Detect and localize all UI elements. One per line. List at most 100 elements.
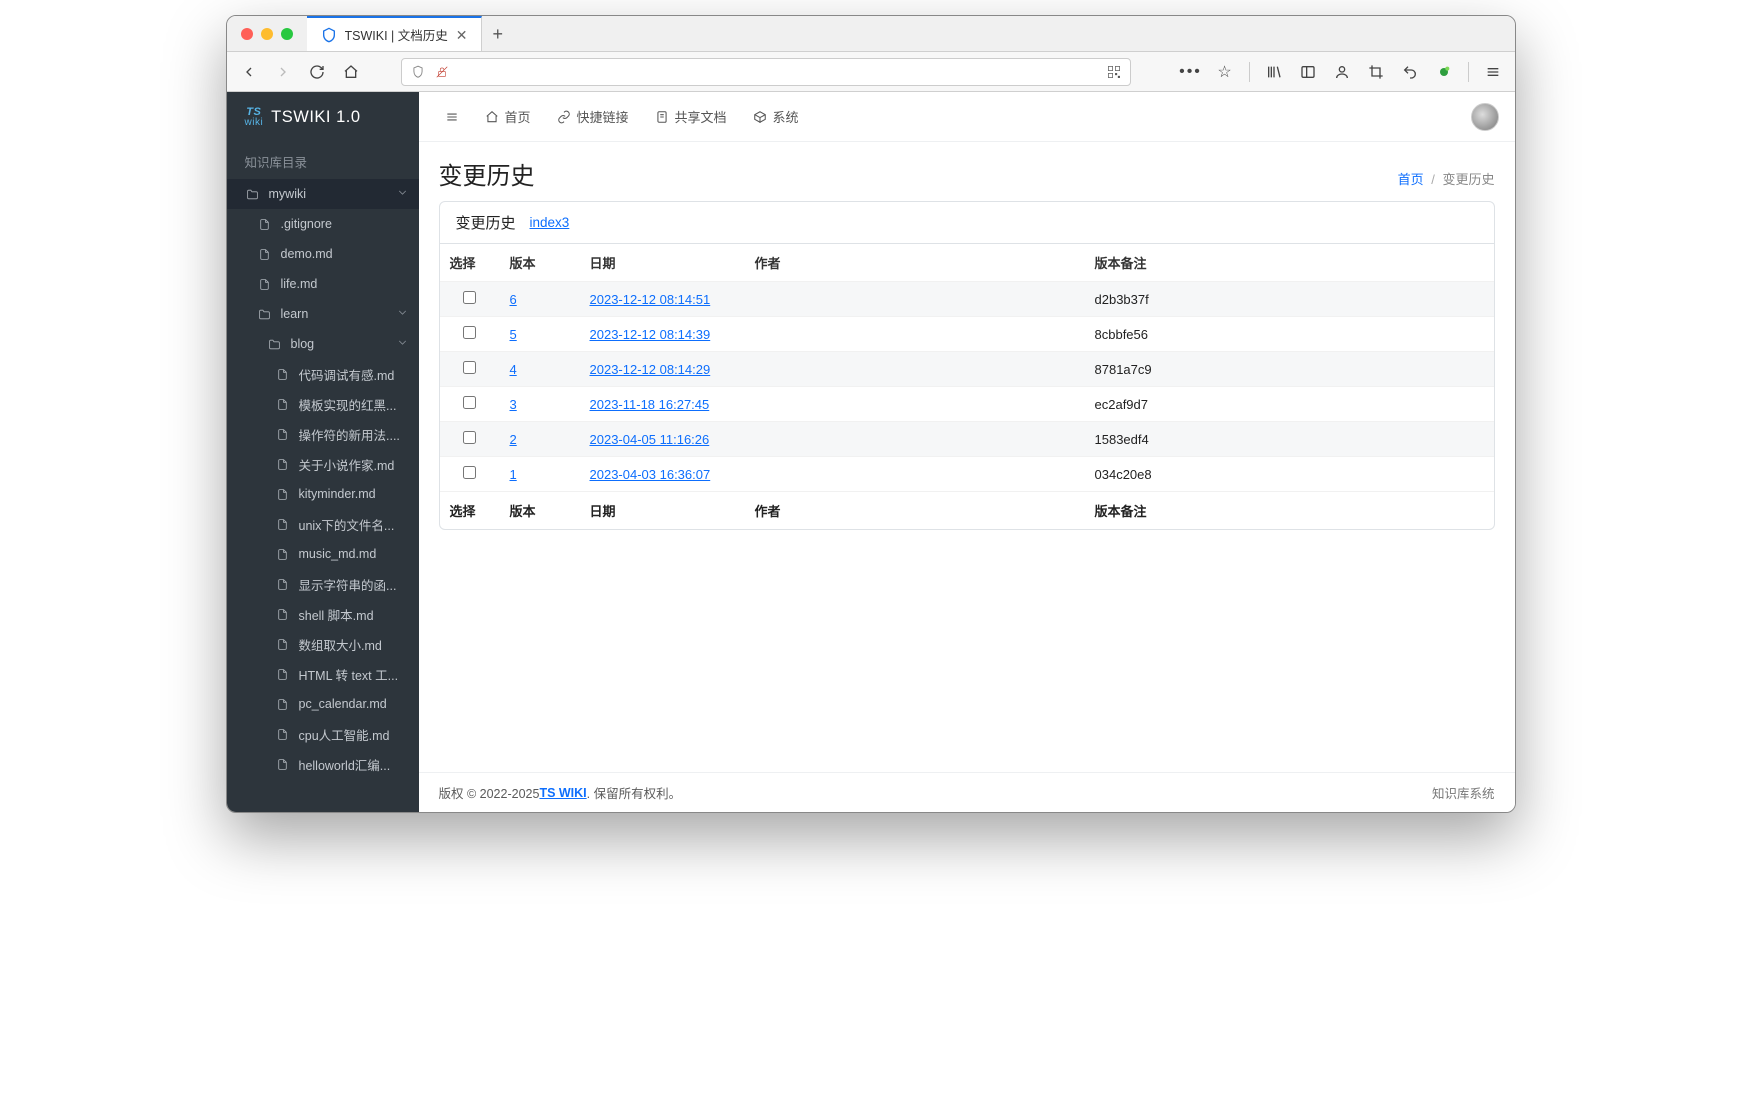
- crop-icon[interactable]: [1362, 58, 1390, 86]
- tree-file[interactable]: 代码调试有感.md: [227, 359, 419, 389]
- tree-file[interactable]: life.md: [227, 269, 419, 299]
- cell-select: [440, 457, 500, 492]
- undo-icon[interactable]: [1396, 58, 1424, 86]
- sidebar: TS wiki TSWIKI 1.0 知识库目录 mywiki.gitignor…: [227, 92, 419, 812]
- tree-file[interactable]: cpu人工智能.md: [227, 719, 419, 749]
- toolbar-divider: [1468, 62, 1469, 82]
- cell-author: [745, 282, 1085, 317]
- window-close-button[interactable]: [241, 28, 253, 40]
- footer-right: 知识库系统: [1432, 783, 1495, 802]
- file-icon: [275, 518, 291, 531]
- version-link[interactable]: 6: [510, 292, 517, 307]
- tab-close-button[interactable]: ✕: [456, 28, 468, 42]
- file-icon: [275, 488, 291, 501]
- row-checkbox[interactable]: [463, 396, 476, 409]
- extension-icon[interactable]: [1430, 58, 1458, 86]
- table-row: 5 2023-12-12 08:14:398cbbfe56: [440, 317, 1494, 352]
- brand[interactable]: TS wiki TSWIKI 1.0: [227, 92, 419, 142]
- tree-folder[interactable]: learn: [227, 299, 419, 329]
- tree-file[interactable]: 操作符的新用法....: [227, 419, 419, 449]
- card-link[interactable]: index3: [530, 215, 570, 230]
- th-remark: 版本备注: [1085, 244, 1494, 282]
- tree-item-label: 显示字符串的函...: [299, 575, 409, 594]
- version-link[interactable]: 1: [510, 467, 517, 482]
- date-link[interactable]: 2023-04-03 16:36:07: [590, 467, 711, 482]
- toolbar-right: ••• ☆: [1177, 58, 1507, 86]
- history-card: 变更历史 index3 选择 版本 日期 作者 版本备注: [439, 201, 1495, 530]
- file-icon: [257, 218, 273, 231]
- tree-file[interactable]: 数组取大小.md: [227, 629, 419, 659]
- date-link[interactable]: 2023-12-12 08:14:39: [590, 327, 711, 342]
- tree-folder[interactable]: mywiki: [227, 179, 419, 209]
- nav-toggle-button[interactable]: [435, 92, 469, 142]
- chevron-down-icon: [396, 336, 409, 352]
- tree-item-label: shell 脚本.md: [299, 605, 409, 624]
- version-link[interactable]: 4: [510, 362, 517, 377]
- row-checkbox[interactable]: [463, 291, 476, 304]
- folder-icon: [267, 338, 283, 351]
- tree-file[interactable]: kityminder.md: [227, 479, 419, 509]
- window-minimize-button[interactable]: [261, 28, 273, 40]
- row-checkbox[interactable]: [463, 431, 476, 444]
- qr-icon[interactable]: [1106, 65, 1122, 79]
- row-checkbox[interactable]: [463, 326, 476, 339]
- toolbar-divider: [1249, 62, 1250, 82]
- tree-file[interactable]: pc_calendar.md: [227, 689, 419, 719]
- sidebar-icon[interactable]: [1294, 58, 1322, 86]
- nav-share-link[interactable]: 共享文档: [645, 92, 737, 142]
- user-avatar[interactable]: [1471, 103, 1499, 131]
- table-footer-row: 选择 版本 日期 作者 版本备注: [440, 492, 1494, 530]
- cell-version: 1: [500, 457, 580, 492]
- cell-version: 5: [500, 317, 580, 352]
- footer: 版权 © 2022-2025 TS WIKI . 保留所有权利。 知识库系统: [419, 772, 1515, 812]
- new-tab-button[interactable]: +: [482, 25, 513, 43]
- version-link[interactable]: 2: [510, 432, 517, 447]
- date-link[interactable]: 2023-11-18 16:27:45: [590, 397, 710, 412]
- tree-file[interactable]: 模板实现的红黑...: [227, 389, 419, 419]
- date-link[interactable]: 2023-04-05 11:16:26: [590, 432, 710, 447]
- date-link[interactable]: 2023-12-12 08:14:29: [590, 362, 711, 377]
- tree-file[interactable]: .gitignore: [227, 209, 419, 239]
- nav-home-button[interactable]: [337, 58, 365, 86]
- nav-quicklinks-link[interactable]: 快捷链接: [547, 92, 639, 142]
- row-checkbox[interactable]: [463, 466, 476, 479]
- bookmark-star-button[interactable]: ☆: [1211, 58, 1239, 86]
- cell-author: [745, 387, 1085, 422]
- library-icon[interactable]: [1260, 58, 1288, 86]
- nav-system-link[interactable]: 系统: [743, 92, 809, 142]
- cell-author: [745, 457, 1085, 492]
- tree-folder[interactable]: blog: [227, 329, 419, 359]
- file-icon: [275, 398, 291, 411]
- tree-file[interactable]: 关于小说作家.md: [227, 449, 419, 479]
- footer-link[interactable]: TS WIKI: [539, 786, 586, 800]
- tree-file[interactable]: music_md.md: [227, 539, 419, 569]
- tree-file[interactable]: unix下的文件名...: [227, 509, 419, 539]
- tab-strip: TSWIKI | 文档历史 ✕ +: [227, 16, 1515, 52]
- browser-tab[interactable]: TSWIKI | 文档历史 ✕: [307, 16, 483, 51]
- top-nav: 首页 快捷链接 共享文档 系统: [419, 92, 1515, 142]
- tree-file[interactable]: helloworld汇编...: [227, 749, 419, 779]
- breadcrumb-home[interactable]: 首页: [1398, 172, 1424, 187]
- version-link[interactable]: 3: [510, 397, 517, 412]
- shield-icon: [410, 65, 426, 79]
- row-checkbox[interactable]: [463, 361, 476, 374]
- nav-back-button[interactable]: [235, 58, 263, 86]
- nav-reload-button[interactable]: [303, 58, 331, 86]
- tree-file[interactable]: shell 脚本.md: [227, 599, 419, 629]
- hamburger-menu-button[interactable]: [1479, 58, 1507, 86]
- url-bar[interactable]: [401, 58, 1131, 86]
- tree-file[interactable]: HTML 转 text 工...: [227, 659, 419, 689]
- tree-file[interactable]: demo.md: [227, 239, 419, 269]
- viewport: TS wiki TSWIKI 1.0 知识库目录 mywiki.gitignor…: [227, 92, 1515, 812]
- nav-home-link[interactable]: 首页: [475, 92, 541, 142]
- th-date: 日期: [580, 244, 745, 282]
- account-icon[interactable]: [1328, 58, 1356, 86]
- window-zoom-button[interactable]: [281, 28, 293, 40]
- tree-file[interactable]: 显示字符串的函...: [227, 569, 419, 599]
- file-icon: [275, 758, 291, 771]
- history-table: 选择 版本 日期 作者 版本备注 6 2023-12-12 08:14:51d2…: [440, 244, 1494, 529]
- nav-forward-button[interactable]: [269, 58, 297, 86]
- version-link[interactable]: 5: [510, 327, 517, 342]
- more-actions-button[interactable]: •••: [1177, 58, 1205, 86]
- date-link[interactable]: 2023-12-12 08:14:51: [590, 292, 711, 307]
